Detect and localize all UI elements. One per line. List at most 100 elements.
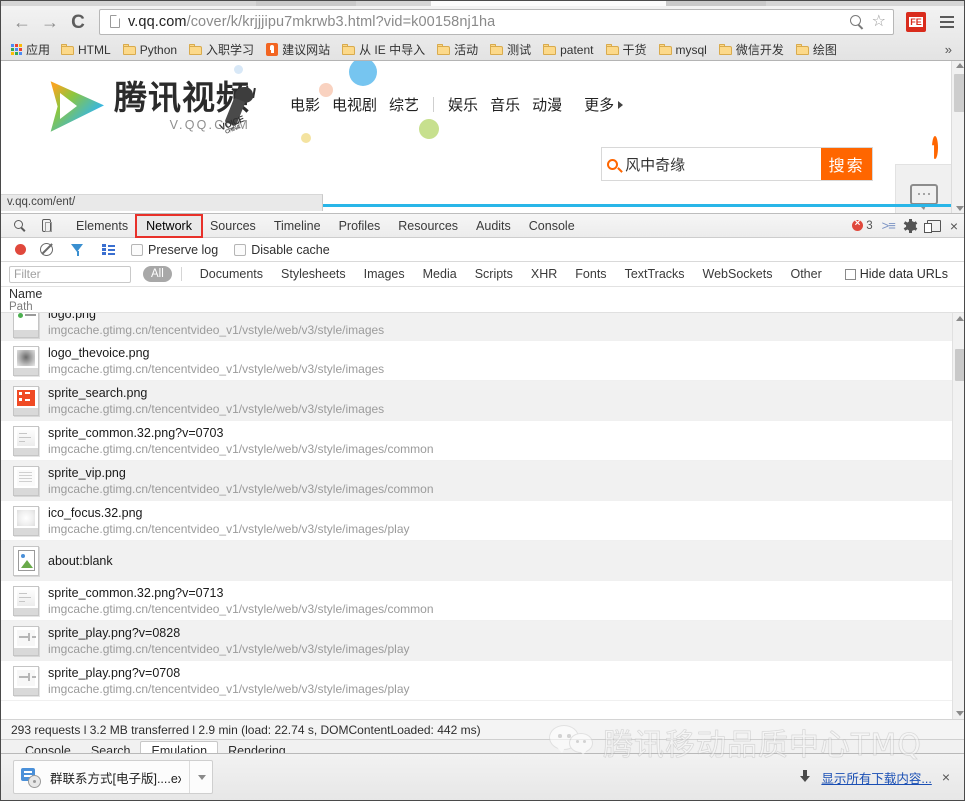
- folder-icon: [719, 44, 732, 55]
- filter-type-xhr[interactable]: XHR: [522, 267, 566, 281]
- the-voice-logo-icon[interactable]: VOICE CHINA: [213, 85, 275, 141]
- tab-resources[interactable]: Resources: [389, 216, 467, 236]
- filter-type-stylesheets[interactable]: Stylesheets: [272, 267, 355, 281]
- filter-type-texttracks[interactable]: TextTracks: [616, 267, 694, 281]
- filter-type-images[interactable]: Images: [355, 267, 414, 281]
- nav-item-more[interactable]: 更多: [584, 94, 623, 115]
- nav-item-entertainment[interactable]: 娱乐: [442, 94, 484, 115]
- tab-profiles[interactable]: Profiles: [330, 216, 390, 236]
- close-download-bar-icon[interactable]: ×: [942, 770, 950, 784]
- filter-type-fonts[interactable]: Fonts: [566, 267, 615, 281]
- dock-position-icon[interactable]: [927, 220, 941, 232]
- nav-item-variety[interactable]: 综艺: [383, 94, 425, 115]
- search-input[interactable]: [623, 148, 821, 180]
- filter-type-scripts[interactable]: Scripts: [466, 267, 522, 281]
- scrollbar-thumb[interactable]: [955, 349, 965, 381]
- table-row[interactable]: sprite_search.png imgcache.gtimg.cn/tenc…: [1, 381, 965, 421]
- scroll-up-arrow-icon[interactable]: [956, 316, 964, 321]
- filter-type-other[interactable]: Other: [781, 267, 830, 281]
- preserve-log-checkbox[interactable]: Preserve log: [131, 243, 218, 257]
- bookmark-dry-goods[interactable]: 干货: [600, 39, 653, 60]
- bookmark-imported-from-ie[interactable]: 从 IE 中导入: [336, 39, 431, 60]
- tab-timeline[interactable]: Timeline: [265, 216, 330, 236]
- history-icon[interactable]: [932, 139, 938, 157]
- page-info-icon[interactable]: [107, 14, 123, 30]
- tab-network[interactable]: Network: [137, 216, 201, 236]
- chrome-menu-icon[interactable]: [936, 11, 958, 33]
- error-count-badge[interactable]: 3: [852, 220, 872, 232]
- close-icon[interactable]: ×: [950, 219, 958, 233]
- bookmark-drawing[interactable]: 绘图: [790, 39, 843, 60]
- tab-elements[interactable]: Elements: [67, 216, 137, 236]
- bookmark-star-icon[interactable]: ☆: [872, 14, 886, 30]
- tab-sources[interactable]: Sources: [201, 216, 265, 236]
- bookmark-label: 应用: [26, 41, 50, 58]
- search-button[interactable]: 搜索: [821, 148, 872, 180]
- scroll-down-arrow-icon[interactable]: [956, 711, 964, 716]
- site-search[interactable]: 搜索: [601, 147, 873, 181]
- table-row[interactable]: sprite_common.32.png?v=0713 imgcache.gti…: [1, 581, 965, 621]
- table-row[interactable]: ico_focus.32.png imgcache.gtimg.cn/tence…: [1, 501, 965, 541]
- nav-item-music[interactable]: 音乐: [484, 94, 526, 115]
- bookmark-activity[interactable]: 活动: [431, 39, 484, 60]
- apps-grid-icon: [11, 44, 22, 55]
- request-info: sprite_vip.png imgcache.gtimg.cn/tencent…: [48, 465, 434, 497]
- request-list-scrollbar[interactable]: [952, 313, 965, 719]
- zoom-icon[interactable]: [850, 15, 865, 30]
- bookmark-test[interactable]: 测试: [484, 39, 537, 60]
- table-row[interactable]: sprite_play.png?v=0708 imgcache.gtimg.cn…: [1, 661, 965, 701]
- record-button-icon[interactable]: [15, 244, 26, 255]
- back-icon[interactable]: ←: [9, 9, 35, 35]
- filter-type-websockets[interactable]: WebSockets: [694, 267, 782, 281]
- bookmarks-overflow-icon[interactable]: »: [945, 42, 958, 57]
- hide-data-urls-checkbox[interactable]: Hide data URLs: [845, 267, 948, 281]
- reload-icon[interactable]: C: [65, 9, 91, 35]
- extension-icon[interactable]: FE: [906, 12, 926, 32]
- forward-icon[interactable]: →: [37, 9, 63, 35]
- bookmark-onboarding[interactable]: 入职学习: [183, 39, 260, 60]
- vscroll-thumb[interactable]: [954, 74, 965, 112]
- clear-button-icon[interactable]: [40, 243, 53, 256]
- tab-audits[interactable]: Audits: [467, 216, 520, 236]
- address-bar[interactable]: v.qq.com/cover/k/krjjjipu7mkrwb3.html?vi…: [99, 9, 894, 35]
- filter-toggle-icon[interactable]: [71, 244, 84, 256]
- gear-icon[interactable]: [904, 219, 918, 233]
- download-item[interactable]: 群联系方式[电子版]....exe: [13, 760, 213, 794]
- show-all-downloads-link[interactable]: 显示所有下载内容...: [821, 768, 931, 787]
- disable-cache-checkbox[interactable]: Disable cache: [234, 243, 330, 257]
- table-row[interactable]: logo_thevoice.png imgcache.gtimg.cn/tenc…: [1, 341, 965, 381]
- table-row[interactable]: logo.png imgcache.gtimg.cn/tencentvideo_…: [1, 313, 965, 341]
- bookmark-patent[interactable]: patent: [537, 41, 599, 59]
- device-mode-icon[interactable]: [33, 215, 59, 237]
- inspect-element-icon[interactable]: [7, 215, 33, 237]
- show-drawer-icon[interactable]: >≡: [882, 218, 895, 233]
- filter-type-media[interactable]: Media: [414, 267, 466, 281]
- nav-item-anime[interactable]: 动漫: [526, 94, 568, 115]
- bookmark-apps[interactable]: 应用: [9, 39, 55, 60]
- page-vertical-scrollbar[interactable]: [951, 61, 965, 213]
- bookmark-python[interactable]: Python: [117, 41, 183, 59]
- filter-type-documents[interactable]: Documents: [191, 267, 272, 281]
- network-column-header[interactable]: Name Path: [1, 287, 965, 313]
- view-list-icon[interactable]: [102, 244, 115, 255]
- request-info: about:blank: [48, 553, 113, 569]
- table-row[interactable]: sprite_play.png?v=0828 imgcache.gtimg.cn…: [1, 621, 965, 661]
- vscroll-up-arrow-icon[interactable]: [956, 63, 964, 68]
- table-row[interactable]: sprite_vip.png imgcache.gtimg.cn/tencent…: [1, 461, 965, 501]
- tab-console[interactable]: Console: [520, 216, 584, 236]
- bookmark-wechat-dev[interactable]: 微信开发: [713, 39, 790, 60]
- nav-item-tv-series[interactable]: 电视剧: [326, 94, 383, 115]
- filter-type-all[interactable]: All: [143, 266, 172, 282]
- nav-item-movies[interactable]: 电影: [284, 94, 326, 115]
- bookmark-mysql[interactable]: mysql: [653, 41, 713, 59]
- filter-input[interactable]: Filter: [9, 266, 131, 283]
- download-menu-button[interactable]: [189, 761, 206, 793]
- bookmark-html[interactable]: HTML: [55, 41, 117, 59]
- table-row[interactable]: sprite_common.32.png?v=0703 imgcache.gti…: [1, 421, 965, 461]
- bookmark-suggested-sites[interactable]: 建议网站: [260, 39, 336, 60]
- request-path: imgcache.gtimg.cn/tencentvideo_v1/vstyle…: [48, 481, 434, 497]
- table-row[interactable]: about:blank: [1, 541, 965, 581]
- network-request-list[interactable]: logo.png imgcache.gtimg.cn/tencentvideo_…: [1, 313, 965, 719]
- bookmark-label: 活动: [454, 41, 478, 58]
- vscroll-down-arrow-icon[interactable]: [956, 206, 964, 211]
